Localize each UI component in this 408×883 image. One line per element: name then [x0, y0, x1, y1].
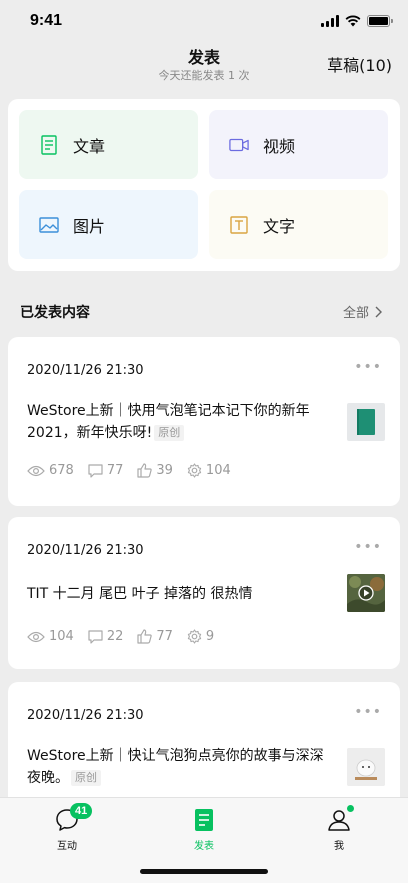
comments-count: 22: [106, 629, 124, 644]
likes-count: 77: [156, 629, 173, 644]
article-icon: [39, 134, 59, 155]
tab-me-label: 我: [334, 841, 344, 852]
image-icon: [39, 215, 59, 235]
post-thumbnail: [347, 403, 385, 441]
original-badge: 原创: [154, 425, 185, 441]
image-label: 图片: [73, 216, 106, 236]
tab-me[interactable]: 我: [309, 805, 369, 852]
original-badge: 原创: [71, 770, 101, 786]
publish-document-icon: [174, 807, 234, 833]
unread-dot: [347, 805, 354, 812]
shares-count: 9: [205, 629, 215, 644]
post-thumbnail: [347, 748, 385, 786]
tab-interact[interactable]: 41 互动: [37, 803, 97, 852]
status-icons: [321, 15, 393, 27]
comments-count: 77: [106, 463, 124, 478]
more-options-icon[interactable]: •••: [354, 359, 382, 375]
cellular-signal-icon: [321, 15, 339, 27]
eye-icon: [27, 465, 45, 476]
thumbs-up-icon: [137, 463, 153, 478]
status-time: 9:41: [30, 12, 63, 29]
eye-icon: [27, 631, 45, 642]
post-title-text: TIT 十二月 尾巴 叶子 掉落的 很热情: [27, 586, 253, 602]
comments-stat: 77: [88, 463, 124, 478]
views-count: 104: [49, 629, 74, 644]
share-gear-icon: [187, 629, 202, 644]
create-text-button[interactable]: 文字: [209, 190, 388, 259]
shares-stat: 104: [187, 463, 231, 478]
text-label: 文字: [263, 216, 296, 236]
view-all-label: 全部: [342, 306, 369, 321]
create-panel: 文章 视频 图片 文字: [8, 99, 400, 271]
create-article-button[interactable]: 文章: [19, 110, 198, 179]
published-section-header: 已发表内容 全部: [0, 298, 408, 326]
section-title: 已发表内容: [20, 305, 90, 321]
post-title: WeStore上新｜快用气泡笔记本记下你的新年2021，新年快乐呀! 原创: [27, 400, 327, 444]
shares-stat: 9: [187, 629, 214, 644]
shares-count: 104: [205, 463, 231, 478]
battery-icon: [367, 15, 393, 27]
tab-interact-label: 互动: [57, 841, 77, 852]
post-video-thumbnail: [347, 574, 385, 612]
post-stats: 104 22 77 9: [27, 629, 214, 644]
post-stats: 678 77 39 104: [27, 463, 231, 478]
video-label: 视频: [263, 136, 296, 156]
thumbs-up-icon: [137, 629, 153, 644]
post-date: 2020/11/26 21:30: [27, 363, 144, 378]
status-bar: 9:41: [0, 0, 408, 44]
more-options-icon[interactable]: •••: [354, 704, 382, 720]
chat-bubble-icon: 41: [37, 803, 97, 833]
views-stat: 104: [27, 629, 74, 644]
comment-icon: [88, 629, 103, 644]
tab-publish-label: 发表: [194, 841, 214, 852]
post-card[interactable]: 2020/11/26 21:30 ••• WeStore上新｜快用气泡笔记本记下…: [8, 337, 400, 506]
post-date: 2020/11/26 21:30: [27, 708, 144, 723]
comment-icon: [88, 463, 103, 478]
likes-stat: 39: [137, 463, 173, 478]
view-all-button[interactable]: 全部: [343, 302, 382, 321]
wifi-icon: [345, 15, 361, 27]
article-label: 文章: [73, 136, 106, 156]
person-icon: [309, 805, 369, 833]
tab-publish[interactable]: 发表: [174, 807, 234, 852]
post-card[interactable]: 2020/11/26 21:30 ••• TIT 十二月 尾巴 叶子 掉落的 很…: [8, 517, 400, 669]
home-indicator: [140, 869, 268, 874]
post-date: 2020/11/26 21:30: [27, 543, 144, 558]
more-options-icon[interactable]: •••: [354, 539, 382, 555]
create-video-button[interactable]: 视频: [209, 110, 388, 179]
create-image-button[interactable]: 图片: [19, 190, 198, 259]
chevron-right-icon: [375, 306, 382, 317]
likes-count: 39: [156, 463, 173, 478]
video-camera-icon: [229, 135, 249, 155]
notification-badge: 41: [70, 803, 93, 819]
post-title: TIT 十二月 尾巴 叶子 掉落的 很热情: [27, 583, 327, 605]
text-icon: [229, 215, 249, 235]
header: 发表 今天还能发表 1 次 草稿(10): [0, 40, 408, 90]
likes-stat: 77: [137, 629, 173, 644]
views-count: 678: [49, 463, 74, 478]
share-gear-icon: [187, 463, 202, 478]
tab-bar: 41 互动 发表 我: [0, 797, 408, 883]
post-title: WeStore上新｜快让气泡狗点亮你的故事与深深夜晚。 原创: [27, 745, 327, 789]
views-stat: 678: [27, 463, 74, 478]
drafts-button[interactable]: 草稿(10): [327, 52, 392, 76]
comments-stat: 22: [88, 629, 124, 644]
